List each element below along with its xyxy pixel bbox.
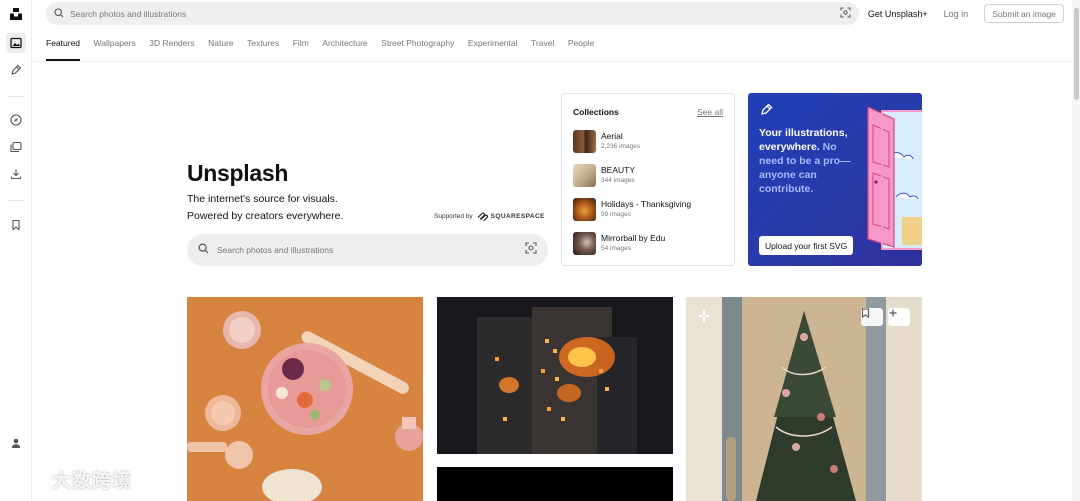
upload-svg-button[interactable]: Upload your first SVG	[759, 236, 854, 255]
tab-film[interactable]: Film	[293, 32, 309, 61]
visual-search-icon[interactable]	[840, 5, 851, 23]
collection-name: BEAUTY	[601, 165, 636, 175]
log-in-link[interactable]: Log in	[944, 9, 969, 19]
tab-wallpapers[interactable]: Wallpapers	[94, 32, 136, 61]
collection-name: Holidays - Thanksgiving	[601, 199, 692, 209]
tab-featured[interactable]: Featured	[46, 32, 81, 61]
user-icon[interactable]	[6, 433, 26, 453]
collection-item[interactable]: Mirrorball by Edu 54 images	[573, 231, 723, 255]
collection-item[interactable]: Holidays - Thanksgiving 99 images	[573, 197, 723, 221]
compass-icon[interactable]	[6, 110, 26, 130]
photo-tile[interactable]	[187, 297, 423, 501]
tabs-divider	[32, 61, 1080, 62]
hero-search-input[interactable]: Search photos and illustrations	[187, 234, 548, 266]
squarespace-logo-icon	[477, 212, 488, 221]
tab-textures[interactable]: Textures	[247, 32, 279, 61]
photo-icon[interactable]	[6, 33, 26, 53]
tab-nature[interactable]: Nature	[208, 32, 234, 61]
see-all-link[interactable]: See all	[697, 107, 723, 117]
top-nav: Get Unsplash+ Log in Submit an image	[868, 4, 1064, 23]
sponsor-name: SQUARESPACE	[490, 213, 545, 220]
collection-name: Mirrorball by Edu	[601, 233, 666, 243]
burning-building-photo	[437, 297, 673, 454]
bookmark-button[interactable]	[861, 308, 883, 326]
search-icon	[54, 5, 64, 23]
search-placeholder: Search photos and illustrations	[70, 8, 187, 19]
folders-icon[interactable]	[6, 137, 26, 157]
page-scrollbar[interactable]	[1072, 0, 1080, 501]
search-icon	[198, 241, 209, 259]
scrollbar-thumb[interactable]	[1074, 8, 1079, 100]
bookmark-icon[interactable]	[6, 215, 26, 235]
collection-thumbnail	[573, 163, 596, 187]
watermark: 大数跨境	[4, 466, 132, 493]
watermark-text: 大数跨境	[52, 470, 133, 492]
tab-street-photography[interactable]: Street Photography	[381, 32, 454, 61]
collection-item[interactable]: BEAUTY 344 images	[573, 163, 723, 187]
photo-tile[interactable]	[437, 297, 673, 454]
left-rail	[0, 0, 32, 501]
get-unsplash-plus-link[interactable]: Get Unsplash+	[868, 9, 928, 19]
collection-count: 54 images	[601, 245, 631, 252]
hero-subtitle-line-1: The internet's source for visuals.	[187, 193, 338, 205]
tab-experimental[interactable]: Experimental	[468, 32, 518, 61]
hero-subtitle-line-2: Powered by creators everywhere.	[187, 210, 344, 222]
door-illustration	[866, 106, 922, 257]
collection-count: 344 images	[601, 177, 635, 184]
collection-count: 2,236 images	[601, 143, 641, 150]
promo-text: Your illustrations, everywhere. No need …	[759, 126, 859, 196]
collection-count: 99 images	[601, 211, 631, 218]
hero-search-placeholder: Search photos and illustrations	[217, 245, 334, 255]
collection-item[interactable]: Aerial 2,236 images	[573, 129, 723, 153]
page-title: Unsplash	[187, 160, 289, 186]
submit-image-button[interactable]: Submit an image	[984, 4, 1064, 23]
christmas-tree-photo	[686, 297, 922, 501]
flatlay-photo	[187, 297, 423, 501]
sponsor-logo: SQUARESPACE	[477, 212, 545, 221]
rail-divider	[8, 200, 24, 201]
download-icon[interactable]	[6, 164, 26, 184]
supported-by-label: Supported by	[434, 213, 473, 220]
collections-card: Collections See all Aerial 2,236 images …	[561, 93, 735, 266]
tab-3d-renders[interactable]: 3D Renders	[149, 32, 194, 61]
pen-icon	[760, 103, 773, 121]
add-to-collection-button[interactable]	[888, 308, 910, 326]
photo-tile[interactable]	[686, 297, 922, 501]
collection-thumbnail	[573, 129, 596, 153]
sponsor-note[interactable]: Supported by SQUARESPACE	[434, 212, 545, 221]
collections-title: Collections	[573, 107, 619, 117]
pen-icon[interactable]	[6, 60, 26, 80]
collection-name: Aerial	[601, 131, 623, 141]
tab-people[interactable]: People	[568, 32, 594, 61]
rail-divider	[8, 96, 24, 97]
watermark-logo-icon	[4, 470, 42, 489]
tab-travel[interactable]: Travel	[531, 32, 554, 61]
visual-search-icon[interactable]	[525, 241, 537, 259]
collection-thumbnail	[573, 231, 596, 255]
collection-thumbnail	[573, 197, 596, 221]
tab-architecture[interactable]: Architecture	[322, 32, 367, 61]
unsplash-logo-icon[interactable]	[6, 4, 26, 24]
category-tabs: Featured Wallpapers 3D Renders Nature Te…	[46, 32, 608, 62]
photo-tile[interactable]	[437, 467, 673, 501]
search-input[interactable]: Search photos and illustrations	[46, 2, 859, 25]
illustrations-promo-card[interactable]: Your illustrations, everywhere. No need …	[748, 93, 922, 266]
